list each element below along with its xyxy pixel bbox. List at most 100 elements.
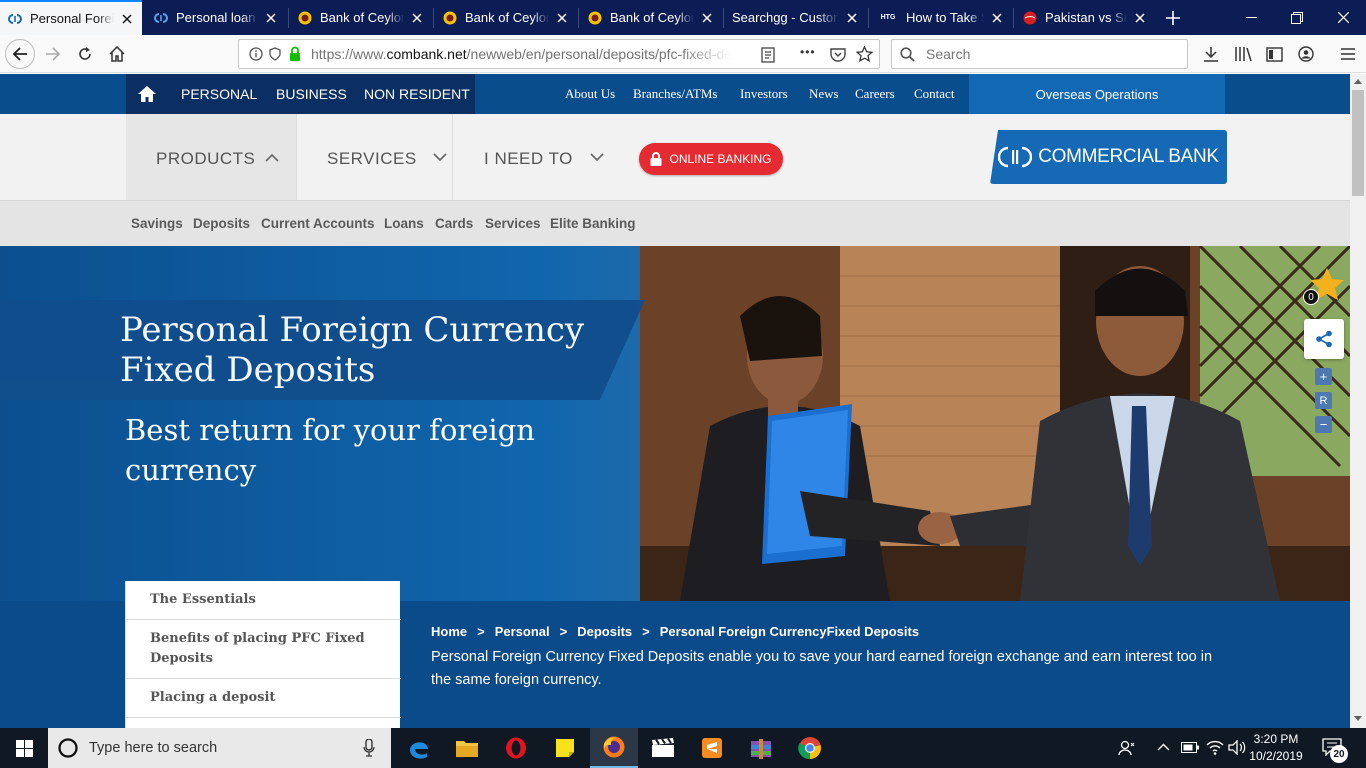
tracking-shield-icon[interactable] — [269, 47, 281, 61]
taskbar-search-placeholder: Type here to search — [89, 740, 218, 756]
link-careers[interactable]: Careers — [855, 86, 895, 102]
people-icon[interactable] — [1118, 739, 1136, 757]
scrollbar-thumb[interactable] — [1352, 90, 1364, 196]
close-tab-icon[interactable] — [555, 11, 569, 25]
forward-button[interactable] — [38, 39, 68, 69]
taskbar-file-explorer[interactable] — [443, 728, 491, 768]
back-button[interactable] — [5, 39, 35, 69]
taskbar-search-box[interactable]: Type here to search — [48, 728, 391, 768]
zoom-in-button[interactable]: + — [1315, 368, 1332, 385]
close-tab-icon[interactable] — [120, 12, 134, 26]
home-button[interactable] — [102, 39, 132, 69]
side-menu-placing-deposit[interactable]: Placing a deposit — [126, 679, 401, 718]
browser-tab[interactable]: HTG How to Take Screenshots — [870, 0, 1012, 35]
wifi-icon[interactable] — [1206, 740, 1224, 755]
browser-tab-active[interactable]: Personal Foreign Currency Fixed Deposits — [0, 0, 142, 35]
page-actions-button[interactable]: ••• — [800, 45, 816, 59]
link-about-us[interactable]: About Us — [565, 86, 615, 102]
link-news[interactable]: News — [809, 86, 839, 102]
subnav-deposits[interactable]: Deposits — [193, 216, 250, 231]
browser-search-box[interactable]: Search — [891, 39, 1188, 69]
subnav-services[interactable]: Services — [485, 216, 541, 231]
side-menu-essentials[interactable]: The Essentials — [126, 581, 401, 620]
browser-tab[interactable]: Bank of Ceylon — [435, 0, 577, 35]
taskbar-sublime[interactable] — [688, 728, 736, 768]
clapperboard-icon — [652, 738, 674, 757]
breadcrumb-home[interactable]: Home — [431, 624, 467, 639]
breadcrumb-personal[interactable]: Personal — [495, 624, 550, 639]
subnav-elite-banking[interactable]: Elite Banking — [550, 216, 636, 231]
breadcrumb-deposits[interactable]: Deposits — [577, 624, 632, 639]
close-tab-icon[interactable] — [264, 11, 278, 25]
menu-services[interactable]: SERVICES — [327, 149, 447, 169]
online-banking-button[interactable]: ONLINE BANKING — [639, 143, 783, 175]
sublime-icon — [702, 738, 722, 758]
url-bar[interactable]: https://www.combank.net/newweb/en/person… — [238, 39, 880, 69]
browser-tab[interactable]: Personal loan | Fixed Deposits — [146, 0, 286, 35]
taskbar-clock[interactable]: 3:20 PM 10/2/2019 — [1244, 731, 1308, 765]
subnav-loans[interactable]: Loans — [384, 216, 424, 231]
close-tab-icon[interactable] — [700, 11, 714, 25]
library-button[interactable] — [1228, 39, 1258, 69]
battery-icon[interactable] — [1181, 742, 1199, 753]
pocket-icon[interactable] — [830, 47, 846, 62]
tray-chevron-up-icon[interactable] — [1157, 743, 1170, 751]
reload-button[interactable] — [70, 39, 100, 69]
taskbar-edge[interactable] — [395, 728, 443, 768]
close-tab-icon[interactable] — [410, 11, 424, 25]
boc-icon — [443, 11, 457, 25]
link-contact[interactable]: Contact — [914, 86, 954, 102]
side-menu-benefits[interactable]: Benefits of placing PFC Fixed Deposits — [126, 620, 401, 679]
taskbar-winrar[interactable] — [737, 728, 785, 768]
site-home-button[interactable] — [126, 74, 168, 114]
start-button[interactable] — [0, 728, 48, 768]
taskbar-sticky-notes[interactable] — [541, 728, 589, 768]
commercial-bank-logo[interactable]: COMMERCIAL BANK — [990, 130, 1227, 184]
url-text[interactable]: https://www.combank.net/newweb/en/person… — [311, 46, 731, 62]
taskbar-firefox[interactable] — [590, 728, 638, 768]
action-center-button[interactable]: 20 — [1322, 738, 1348, 763]
link-investors[interactable]: Investors — [740, 86, 788, 102]
browser-tab[interactable]: Searchgg - Customized — [725, 0, 867, 35]
close-tab-icon[interactable] — [990, 11, 1004, 25]
zoom-reset-button[interactable]: R — [1315, 392, 1332, 409]
close-tab-icon[interactable] — [845, 11, 859, 25]
bookmark-star-icon[interactable] — [856, 46, 873, 62]
menu-button[interactable] — [1333, 39, 1363, 69]
browser-tab[interactable]: Bank of Ceylon — [290, 0, 432, 35]
sidebar-button[interactable] — [1259, 39, 1289, 69]
close-window-button[interactable] — [1320, 0, 1366, 35]
taskbar-video-editor[interactable] — [639, 728, 687, 768]
lock-icon[interactable] — [289, 46, 301, 62]
taskbar-chrome[interactable] — [786, 728, 834, 768]
menu-products[interactable]: PRODUCTS — [156, 149, 279, 169]
segment-personal[interactable]: PERSONAL — [181, 74, 257, 114]
link-branches-atms[interactable]: Branches/ATMs — [633, 86, 718, 102]
boc-icon — [298, 11, 312, 25]
downloads-button[interactable] — [1196, 39, 1226, 69]
subnav-cards[interactable]: Cards — [435, 216, 473, 231]
segment-business[interactable]: BUSINESS — [276, 74, 347, 114]
hero-banner: Personal Foreign Currency Fixed Deposits… — [0, 246, 1350, 601]
hamburger-icon — [1341, 48, 1355, 60]
restore-button[interactable] — [1274, 0, 1320, 35]
favourite-widget[interactable]: 0 — [1301, 264, 1345, 308]
minimize-button[interactable] — [1228, 0, 1274, 35]
browser-tab[interactable]: Bank of Ceylon — [580, 0, 722, 35]
subnav-current-accounts[interactable]: Current Accounts — [261, 216, 375, 231]
reload-icon — [79, 47, 91, 60]
share-button[interactable] — [1304, 319, 1344, 359]
segment-non-resident[interactable]: NON RESIDENT — [364, 74, 470, 114]
subnav-savings[interactable]: Savings — [131, 216, 183, 231]
menu-i-need-to[interactable]: I NEED TO — [484, 149, 604, 169]
reader-view-icon[interactable] — [761, 47, 775, 63]
taskbar-opera[interactable] — [492, 728, 540, 768]
overseas-operations-link[interactable]: Overseas Operations — [969, 74, 1225, 114]
menu-divider — [452, 114, 453, 200]
new-tab-button[interactable] — [1160, 5, 1186, 31]
browser-tab[interactable]: Pakistan vs Sri Lanka — [1015, 0, 1155, 35]
zoom-out-button[interactable]: − — [1315, 416, 1332, 433]
info-icon[interactable] — [249, 47, 263, 61]
account-button[interactable] — [1291, 39, 1321, 69]
close-tab-icon[interactable] — [1133, 11, 1147, 25]
